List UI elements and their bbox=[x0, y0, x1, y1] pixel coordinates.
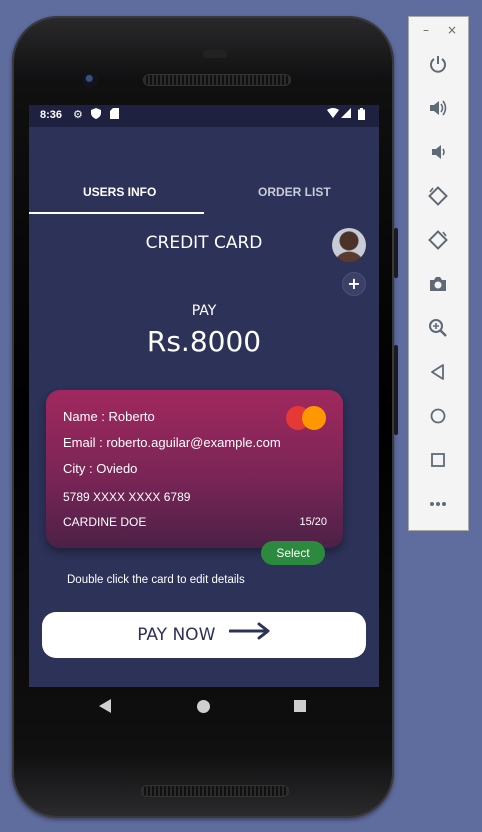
top-speaker-grille bbox=[143, 74, 291, 86]
front-camera bbox=[82, 72, 98, 88]
nav-back-icon[interactable] bbox=[99, 699, 111, 713]
volume-down-icon[interactable] bbox=[427, 142, 449, 164]
app-screen: 8:36 ⚙ USERS INFO ORDER LIST CREDIT CARD… bbox=[29, 105, 379, 687]
tab-order-list[interactable]: ORDER LIST bbox=[258, 185, 331, 199]
card-name: Name : Roberto bbox=[63, 409, 155, 424]
card-number: 5789 XXXX XXXX 6789 bbox=[63, 490, 191, 504]
volume-up-icon[interactable] bbox=[427, 98, 449, 120]
card-holder: CARDINE DOE bbox=[63, 515, 147, 529]
nav-recents-icon[interactable] bbox=[294, 700, 306, 712]
pay-label: PAY bbox=[191, 303, 217, 319]
tab-users-info[interactable]: USERS INFO bbox=[83, 185, 156, 199]
settings-icon: ⚙ bbox=[73, 108, 83, 121]
add-card-button[interactable]: + bbox=[342, 272, 366, 296]
bottom-speaker-grille bbox=[141, 785, 289, 797]
minimize-icon[interactable]: – bbox=[423, 23, 429, 37]
credit-card[interactable]: Name : Roberto Email : roberto.aguilar@e… bbox=[46, 390, 343, 548]
wifi-icon bbox=[327, 108, 339, 121]
arrow-right-icon bbox=[228, 612, 271, 658]
close-icon[interactable]: × bbox=[447, 23, 457, 37]
card-city: City : Oviedo bbox=[63, 461, 138, 476]
nav-home-icon[interactable] bbox=[197, 700, 210, 713]
more-icon[interactable] bbox=[427, 494, 449, 516]
mastercard-logo-icon bbox=[286, 406, 330, 430]
avatar[interactable] bbox=[332, 228, 366, 262]
back-icon[interactable] bbox=[427, 362, 449, 384]
pay-now-button[interactable]: PAY NOW bbox=[42, 612, 366, 658]
volume-side-button bbox=[394, 345, 398, 435]
select-card-button[interactable]: Select bbox=[261, 541, 325, 565]
signal-icon bbox=[341, 108, 351, 121]
zoom-in-icon[interactable] bbox=[427, 318, 449, 340]
rotate-left-icon[interactable] bbox=[427, 186, 449, 208]
camera-icon[interactable] bbox=[427, 274, 449, 296]
overview-icon[interactable] bbox=[427, 450, 449, 472]
edit-hint: Double click the card to edit details bbox=[67, 574, 245, 586]
page-title: CREDIT CARD bbox=[145, 233, 263, 253]
power-icon[interactable] bbox=[427, 54, 449, 76]
home-icon[interactable] bbox=[427, 406, 449, 428]
android-nav-bar bbox=[29, 687, 379, 727]
rotate-right-icon[interactable] bbox=[427, 230, 449, 252]
sd-card-icon bbox=[110, 108, 119, 122]
status-bar: 8:36 ⚙ bbox=[29, 105, 379, 127]
tab-bar: USERS INFO ORDER LIST bbox=[29, 185, 379, 215]
battery-icon bbox=[358, 108, 365, 123]
emulator-toolbar: – × bbox=[408, 16, 469, 531]
status-time: 8:36 bbox=[40, 109, 63, 121]
card-expiry: 15/20 bbox=[299, 516, 327, 528]
card-email: Email : roberto.aguilar@example.com bbox=[63, 435, 281, 450]
power-side-button bbox=[394, 228, 398, 278]
pay-amount: Rs.8000 bbox=[146, 325, 262, 358]
shield-icon bbox=[91, 108, 101, 122]
pay-now-label: PAY NOW bbox=[137, 625, 216, 645]
earpiece-notch bbox=[203, 50, 227, 58]
active-tab-indicator bbox=[29, 212, 204, 214]
